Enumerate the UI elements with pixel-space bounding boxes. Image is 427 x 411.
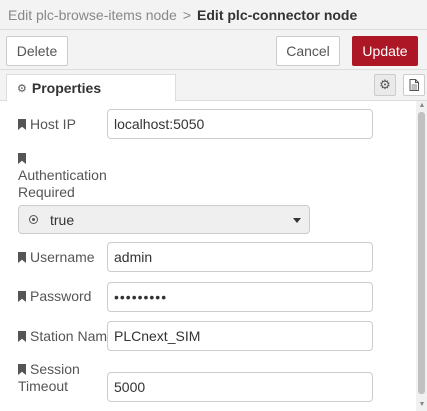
scroll-up-arrow[interactable]: ▲ xyxy=(417,101,427,111)
caret-down-icon xyxy=(293,218,301,223)
dialog-toolbar: Delete Cancel Update xyxy=(0,30,427,70)
tag-icon xyxy=(18,364,26,375)
tab-properties[interactable]: ⚙ Properties xyxy=(6,74,176,102)
auth-required-value: true xyxy=(50,211,75,228)
tag-icon xyxy=(18,331,26,342)
delete-button[interactable]: Delete xyxy=(6,36,68,66)
username-input[interactable]: admin xyxy=(107,242,373,272)
station-name-label: Station Name xyxy=(18,328,115,345)
breadcrumb: Edit plc-browse-items node > Edit plc-co… xyxy=(0,0,427,30)
tag-icon xyxy=(18,119,26,130)
gear-icon: ⚙ xyxy=(17,82,27,95)
tag-icon xyxy=(18,252,26,263)
breadcrumb-current: Edit plc-connector node xyxy=(197,6,358,23)
scroll-down-arrow[interactable]: ▼ xyxy=(417,400,427,410)
session-timeout-input[interactable]: 5000 xyxy=(107,372,373,402)
settings-tab-button[interactable]: ⚙ xyxy=(374,74,396,96)
tab-properties-label: Properties xyxy=(31,80,102,96)
host-ip-input[interactable]: localhost:5050 xyxy=(107,109,373,139)
password-input[interactable]: ••••••••• xyxy=(107,282,373,312)
description-tab-button[interactable] xyxy=(403,74,425,96)
document-icon xyxy=(409,79,419,91)
tab-bar: ⚙ Properties ⚙ xyxy=(0,70,427,102)
scrollbar-thumb[interactable] xyxy=(418,112,425,394)
session-timeout-label: Session Timeout xyxy=(18,361,80,394)
update-button[interactable]: Update xyxy=(352,36,418,66)
cancel-button[interactable]: Cancel xyxy=(276,36,340,66)
tag-icon xyxy=(18,291,26,302)
password-label: Password xyxy=(18,288,91,305)
gear-icon: ⚙ xyxy=(379,77,391,92)
username-label: Username xyxy=(18,249,95,266)
properties-panel: Host IP localhost:5050 Authentication Re… xyxy=(0,101,416,411)
tag-icon xyxy=(18,153,26,164)
radio-icon xyxy=(29,215,38,224)
breadcrumb-separator: > xyxy=(182,6,192,23)
host-ip-label: Host IP xyxy=(18,116,76,133)
auth-required-select[interactable]: true xyxy=(18,205,310,234)
breadcrumb-parent[interactable]: Edit plc-browse-items node xyxy=(8,7,177,23)
station-name-input[interactable]: PLCnext_SIM xyxy=(107,321,373,351)
auth-required-label: Authentication Required xyxy=(18,150,107,201)
